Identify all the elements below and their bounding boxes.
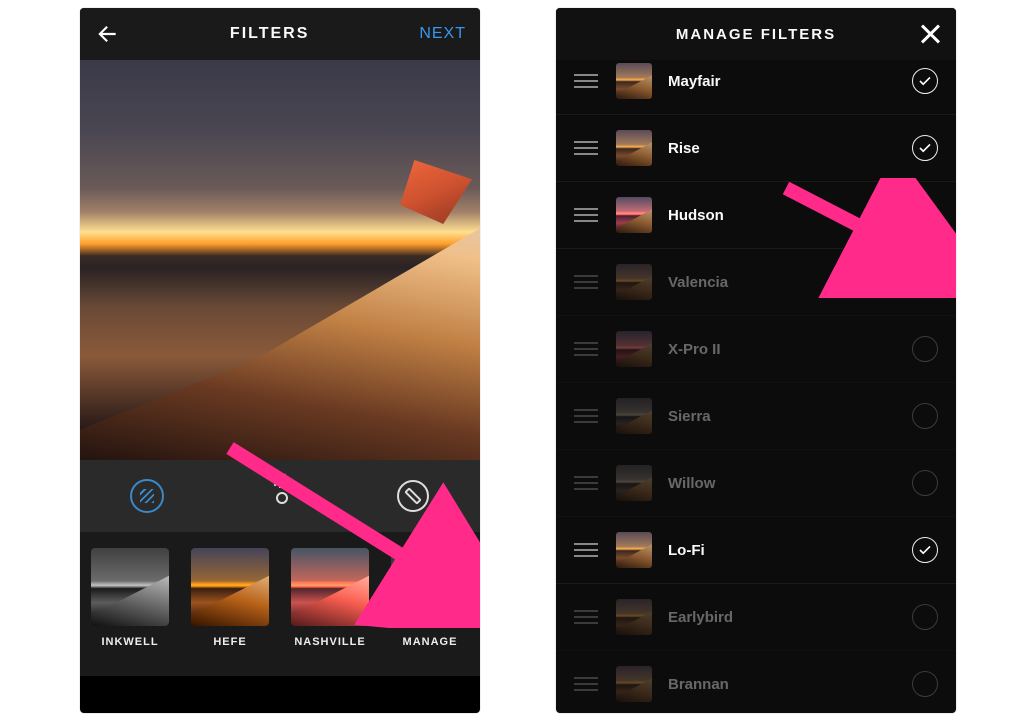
filter-name: Sierra xyxy=(668,408,912,425)
filter-strip[interactable]: INKWELL HEFE NASHVILLE MANAGE xyxy=(80,532,480,676)
filter-tab-icon xyxy=(130,479,164,513)
filter-thumbnail xyxy=(616,264,652,300)
filter-name: Rise xyxy=(668,140,912,157)
back-button[interactable] xyxy=(94,21,120,47)
filter-toggle[interactable] xyxy=(912,202,938,228)
filter-thumbnail xyxy=(616,532,652,568)
drag-handle-icon[interactable] xyxy=(574,74,598,88)
filter-thumbnail xyxy=(616,130,652,166)
drag-handle-icon[interactable] xyxy=(574,476,598,490)
filter-name: Valencia xyxy=(668,274,912,291)
filter-name: Earlybird xyxy=(668,609,912,626)
filter-inkwell[interactable]: INKWELL xyxy=(90,548,170,648)
edit-tool-row xyxy=(80,460,480,532)
filter-label: MANAGE xyxy=(390,636,470,648)
gear-icon xyxy=(391,548,469,626)
filter-row-lo-fi[interactable]: Lo-Fi xyxy=(556,517,956,584)
filter-name: Hudson xyxy=(668,207,912,224)
drag-handle-icon[interactable] xyxy=(574,141,598,155)
filter-thumbnail xyxy=(616,331,652,367)
page-title: FILTERS xyxy=(230,25,309,43)
filter-row-valencia[interactable]: Valencia xyxy=(556,249,956,316)
filter-label: HEFE xyxy=(190,636,270,648)
check-icon xyxy=(919,76,931,86)
tools-tab[interactable] xyxy=(393,476,433,516)
filter-row-x-pro-ii[interactable]: X-Pro II xyxy=(556,316,956,383)
filter-name: Willow xyxy=(668,475,912,492)
close-button[interactable] xyxy=(918,22,942,46)
drag-handle-icon[interactable] xyxy=(574,677,598,691)
filter-thumbnail xyxy=(616,666,652,702)
filter-toggle[interactable] xyxy=(912,68,938,94)
filter-toggle[interactable] xyxy=(912,269,938,295)
drag-handle-icon[interactable] xyxy=(574,275,598,289)
filter-name: Brannan xyxy=(668,676,912,693)
filter-row-mayfair[interactable]: Mayfair xyxy=(556,48,956,115)
filter-row-sierra[interactable]: Sierra xyxy=(556,383,956,450)
filter-row-hudson[interactable]: Hudson xyxy=(556,182,956,249)
drag-handle-icon[interactable] xyxy=(574,610,598,624)
top-bar: FILTERS NEXT xyxy=(80,8,480,60)
filter-manage[interactable]: MANAGE xyxy=(390,548,470,648)
back-arrow-icon xyxy=(94,21,120,47)
filter-toggle[interactable] xyxy=(912,537,938,563)
filter-row-rise[interactable]: Rise xyxy=(556,115,956,182)
filter-thumbnail xyxy=(616,63,652,99)
drag-handle-icon[interactable] xyxy=(574,409,598,423)
filter-toggle[interactable] xyxy=(912,671,938,697)
wrench-icon xyxy=(397,480,429,512)
photo-preview[interactable] xyxy=(80,60,480,460)
filter-toggle[interactable] xyxy=(912,403,938,429)
filter-toggle[interactable] xyxy=(912,470,938,496)
filter-label: NASHVILLE xyxy=(290,636,370,648)
drag-handle-icon[interactable] xyxy=(574,342,598,356)
filter-toggle[interactable] xyxy=(912,135,938,161)
filter-toggle[interactable] xyxy=(912,604,938,630)
manage-filters-screen: MANAGE FILTERS Mayfair Rise Hudson Valencia… xyxy=(556,8,956,713)
page-title: MANAGE FILTERS xyxy=(676,26,836,43)
filter-thumbnail xyxy=(616,465,652,501)
filter-name: X-Pro II xyxy=(668,341,912,358)
drag-handle-icon[interactable] xyxy=(574,208,598,222)
check-icon xyxy=(919,143,931,153)
filter-row-earlybird[interactable]: Earlybird xyxy=(556,584,956,651)
drag-handle-icon[interactable] xyxy=(574,543,598,557)
filter-label: INKWELL xyxy=(90,636,170,648)
filters-screen: FILTERS NEXT xyxy=(80,8,480,713)
filter-manage-list[interactable]: Mayfair Rise Hudson Valencia X-Pro II Sierra W… xyxy=(556,48,956,713)
filter-name: Mayfair xyxy=(668,73,912,90)
check-icon xyxy=(919,545,931,555)
brightness-icon xyxy=(266,482,294,510)
filter-nashville[interactable]: NASHVILLE xyxy=(290,548,370,648)
filter-hefe[interactable]: HEFE xyxy=(190,548,270,648)
check-icon xyxy=(919,210,931,220)
filter-thumbnail xyxy=(616,599,652,635)
filter-thumbnail xyxy=(616,197,652,233)
filter-row-brannan[interactable]: Brannan xyxy=(556,651,956,713)
filter-tab[interactable] xyxy=(127,476,167,516)
filter-name: Lo-Fi xyxy=(668,542,912,559)
filter-thumbnail xyxy=(616,398,652,434)
lux-tab[interactable] xyxy=(260,476,300,516)
next-button[interactable]: NEXT xyxy=(419,25,466,43)
filter-row-willow[interactable]: Willow xyxy=(556,450,956,517)
filter-toggle[interactable] xyxy=(912,336,938,362)
